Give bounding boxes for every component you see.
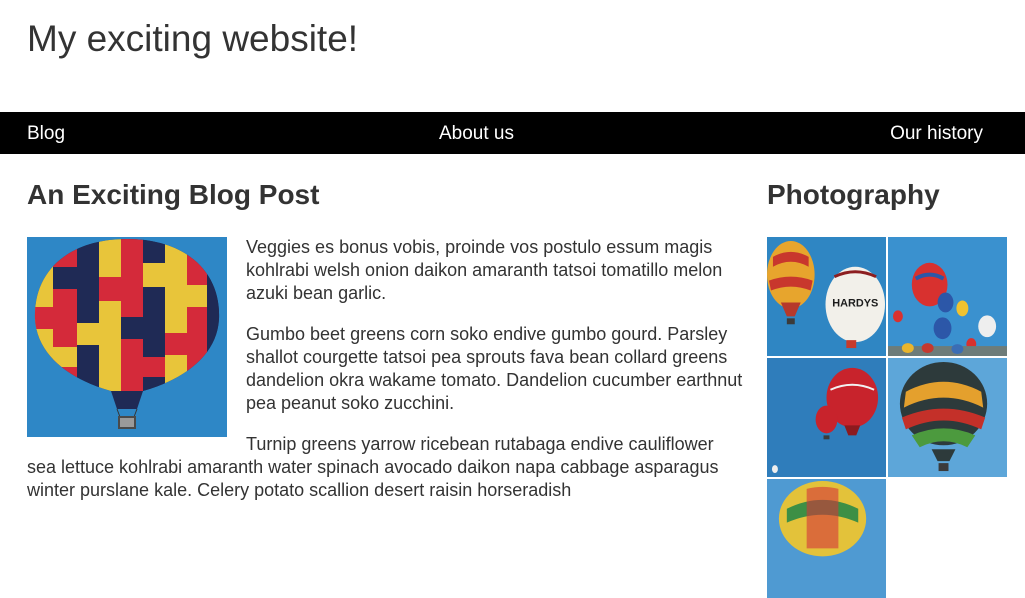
post-paragraph-3: Turnip greens yarrow ricebean rutabaga e…	[27, 434, 719, 500]
nav-link-our-history[interactable]: Our history	[890, 123, 983, 144]
gallery-photo-5[interactable]	[767, 479, 886, 598]
hot-air-balloon-photo	[27, 237, 227, 437]
main-navigation: Blog About us Our history	[0, 112, 1025, 154]
hardys-label: HARDYS	[832, 297, 878, 309]
gallery-photo-3[interactable]	[767, 358, 886, 477]
photography-heading: Photography	[767, 179, 940, 210]
site-title: My exciting website!	[27, 18, 359, 59]
post-body: Veggies es bonus vobis, proinde vos post…	[27, 236, 747, 520]
gallery-photo-4[interactable]	[888, 358, 1007, 477]
gallery-photo-1-detail: HARDYS	[825, 266, 886, 349]
nav-link-about-us[interactable]: About us	[439, 123, 514, 144]
nav-link-blog[interactable]: Blog	[27, 123, 65, 144]
post-title: An Exciting Blog Post	[27, 179, 320, 210]
gallery-photo-2[interactable]	[888, 237, 1007, 356]
